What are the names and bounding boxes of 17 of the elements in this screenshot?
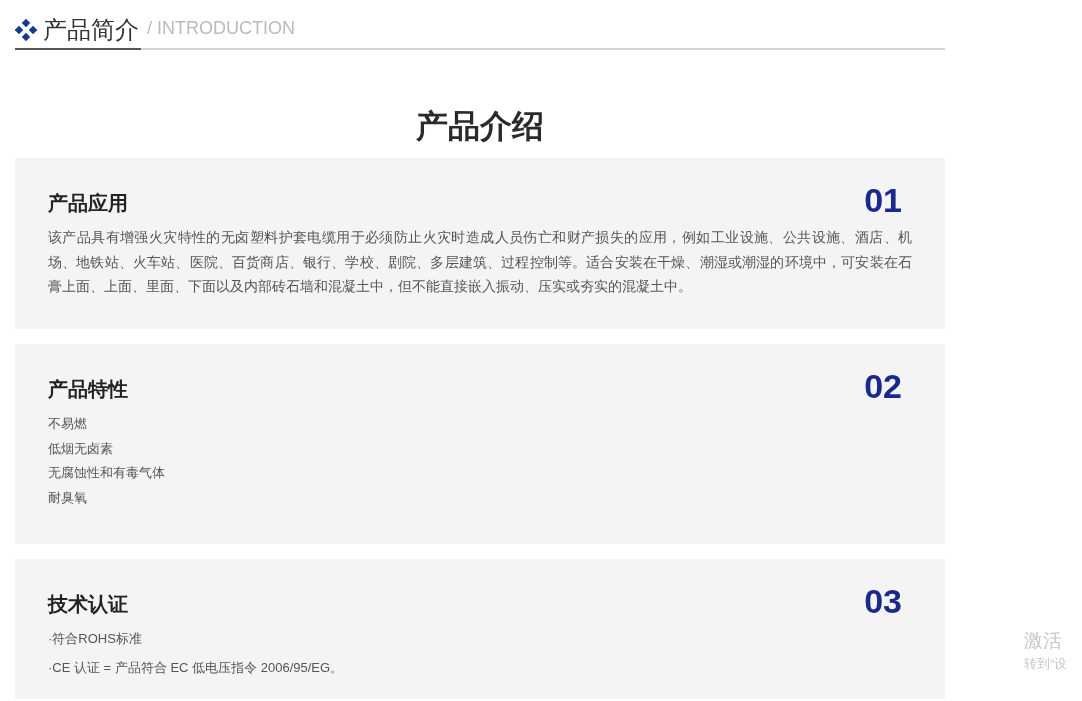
card-number: 01 [864,180,902,220]
page-title: 产品介绍 [415,107,545,146]
description-paragraph: 该产品具有增强火灾特性的无卤塑料护套电缆用于必须防止火灾时造成人员伤亡和财产损失的应用，例如工业设施、公共设施、酒店、机场、地铁站、火车站、医院、百货商店、银行、学校、剧院、多层建筑、过程控制等。适合安装在干燥、潮湿或潮湿的环境中，可安装在石膏上面、上面、里面、下面以及内部砖石墙和混凝土中，但不能直接嵌入振动、压实或夯实的混凝土中。 [48,229,912,296]
certification-item: ·CE 认证 = 产品符合 EC 低电压指令 2006/95/EG。 [48,659,345,677]
card-title: 产品特性 [48,377,128,402]
section-subtitle: / INTRODUCTION [147,17,295,40]
certification-item: ·符合ROHS标准 [48,630,143,648]
card-title: 产品应用 [48,191,128,216]
card-number: 02 [864,366,902,406]
card-number: 03 [864,581,902,621]
feature-item: 低烟无卤素 [48,439,114,458]
diamond-cluster-icon [15,19,37,41]
feature-item: 不易燃 [48,415,88,433]
card-title: 技术认证 [48,592,128,617]
feature-item: 耐臭氧 [48,488,88,507]
feature-item: 无腐蚀性和有毒气体 [48,464,166,482]
section-title: 产品简介 [43,15,139,45]
